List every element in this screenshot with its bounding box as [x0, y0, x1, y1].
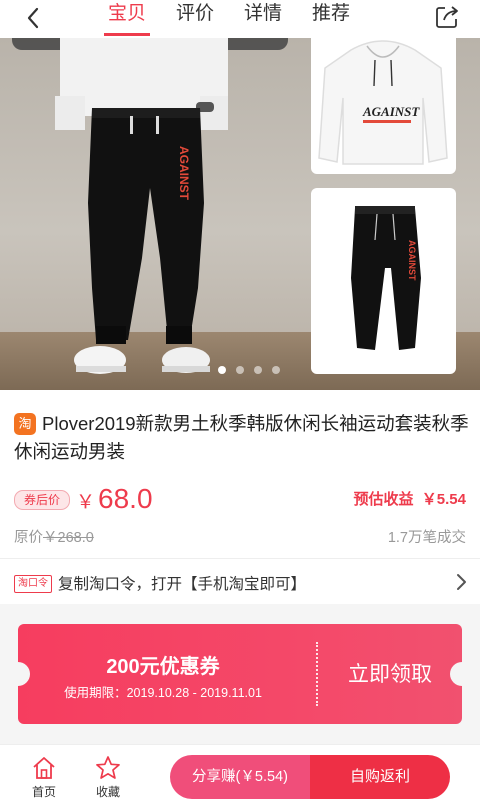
carousel-dot[interactable] [272, 366, 280, 374]
price-row: 券后价 ￥ 68.0 预估收益 ￥5.54 [14, 482, 466, 516]
home-button[interactable]: 首页 [24, 755, 64, 800]
pants-image: AGAINST [351, 206, 421, 350]
price-value: 68.0 [98, 483, 153, 514]
tab-bar: 宝贝 评价 详情 推荐 [104, 0, 380, 38]
product-title: Plover2019新款男土秋季韩版休闲长袖运动套装秋季休闲运动男装 [14, 413, 469, 462]
original-price-row: 原价￥268.0 1.7万笔成交 [14, 526, 466, 548]
tab-item[interactable]: 宝贝 [104, 0, 176, 38]
bottom-action-bar: 首页 收藏 分享赚(￥5.54) 自购返利 [0, 744, 480, 801]
estimated-value: ￥5.54 [421, 491, 466, 508]
tab-recommend[interactable]: 推荐 [312, 0, 380, 38]
after-coupon-tag: 券后价 [14, 490, 70, 510]
taobao-badge-icon: 淘 [14, 413, 36, 435]
hoodie-image: AGAINST [318, 40, 448, 165]
sales-count: 1.7万笔成交 [387, 530, 466, 546]
home-icon [33, 757, 55, 779]
star-icon [96, 756, 120, 779]
top-nav-bar: 宝贝 评价 详情 推荐 [0, 0, 480, 38]
estimated-label: 预估收益 [353, 491, 414, 508]
tab-details[interactable]: 详情 [244, 0, 312, 38]
favorite-button[interactable]: 收藏 [88, 755, 128, 800]
thumb-pants-print: AGAINST [407, 240, 417, 281]
token-tag: 淘口令 [14, 575, 52, 593]
share-icon[interactable] [434, 4, 460, 30]
pants-print: AGAINST [177, 146, 191, 201]
carousel-indicator [218, 366, 280, 374]
coupon-card[interactable]: 200元优惠券 使用期限：2019.10.28 - 2019.11.01 立即领… [18, 624, 462, 724]
self-buy-rebate-button[interactable]: 自购返利 [310, 755, 450, 799]
thumbnail-pants[interactable]: AGAINST [311, 188, 456, 374]
original-price: ￥268.0 [43, 530, 94, 546]
back-arrow-icon[interactable] [22, 6, 46, 30]
coupon-validity: 使用期限：2019.10.28 - 2019.11.01 [64, 686, 262, 700]
carousel-dot-active[interactable] [218, 366, 226, 374]
main-product-photo: AGAINST [55, 38, 228, 374]
divider [0, 558, 480, 559]
original-price-label: 原价 [14, 530, 43, 546]
tab-reviews[interactable]: 评价 [176, 0, 244, 38]
copy-token-row[interactable]: 淘口令 复制淘口令，打开【手机淘宝即可】 [0, 560, 480, 604]
currency-symbol: ￥ [76, 492, 96, 513]
chevron-right-icon [457, 574, 466, 590]
thumbnail-hoodie[interactable]: AGAINST [311, 38, 456, 174]
estimated-earnings: 预估收益 ￥5.54 [353, 488, 466, 509]
current-price: ￥ 68.0 [76, 482, 153, 520]
product-image-gallery[interactable]: AGAINST AGAINST AGAINST [0, 38, 480, 390]
claim-coupon-button[interactable]: 立即领取 [318, 658, 462, 688]
carousel-dot[interactable] [254, 366, 262, 374]
coupon-amount: 200元优惠券 [106, 656, 220, 678]
product-title-block: 淘 Plover2019新款男土秋季韩版休闲长袖运动套装秋季休闲运动男装 [14, 410, 470, 466]
favorite-label: 收藏 [95, 785, 120, 799]
hoodie-print: AGAINST [362, 104, 420, 119]
home-label: 首页 [31, 785, 56, 799]
carousel-dot[interactable] [236, 366, 244, 374]
share-earn-button[interactable]: 分享赚(￥5.54) [170, 755, 310, 799]
copy-token-text: 复制淘口令，打开【手机淘宝即可】 [58, 576, 307, 593]
